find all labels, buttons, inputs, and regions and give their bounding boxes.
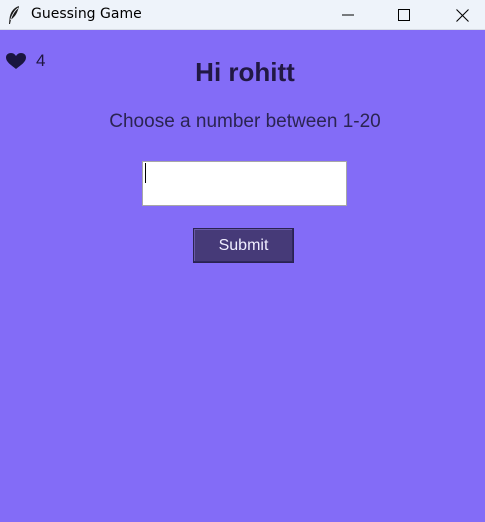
close-icon [455,8,469,22]
instruction-text: Choose a number between 1-20 [109,111,381,132]
submit-button[interactable]: Submit [193,228,294,263]
minimize-icon [342,14,354,16]
guess-input[interactable] [142,161,347,206]
close-button[interactable] [439,0,485,30]
minimize-button[interactable] [325,0,371,30]
feather-icon [9,6,19,24]
game-panel: 4 Hi rohitt Choose a number between 1-20… [0,30,485,522]
window-title: Guessing Game [31,6,142,22]
title-bar[interactable]: Guessing Game [0,0,485,30]
maximize-icon [398,9,410,21]
text-cursor [145,163,146,183]
maximize-button[interactable] [381,0,427,30]
greeting-heading: Hi rohitt [195,57,295,87]
